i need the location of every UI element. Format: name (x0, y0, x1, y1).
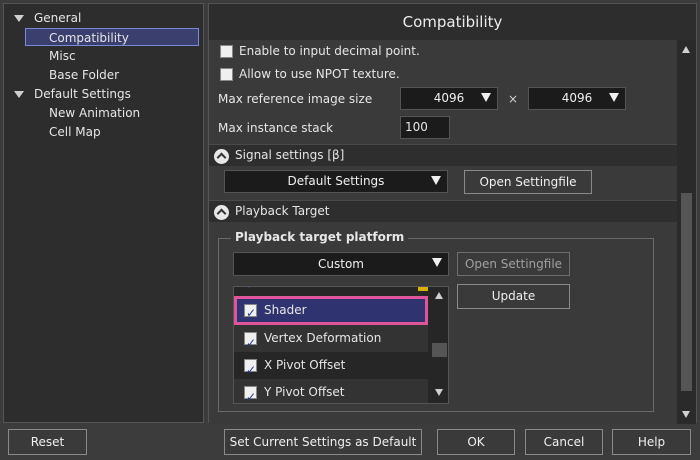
tree-item-base-folder[interactable]: Base Folder (49, 66, 119, 84)
tree-item-new-animation[interactable]: New Animation (49, 104, 140, 122)
list-item-checkbox[interactable] (244, 330, 257, 357)
scroll-up-icon[interactable] (682, 46, 690, 53)
dropdown-arrow-icon (481, 93, 491, 102)
scroll-up-icon[interactable] (435, 292, 443, 299)
max-ref-height-select[interactable]: 4096 (528, 87, 626, 110)
list-item-checkbox[interactable] (246, 287, 256, 299)
list-scrollbar[interactable] (431, 287, 448, 403)
decimal-point-checkbox[interactable] (220, 45, 233, 58)
list-item[interactable]: X Pivot Offset (234, 352, 428, 384)
scroll-down-icon[interactable] (435, 389, 443, 396)
help-button[interactable]: Help (612, 429, 691, 455)
list-item[interactable]: Vertex Deformation (234, 325, 428, 357)
max-instance-input[interactable]: 100 (400, 116, 450, 139)
expand-arrow-icon[interactable] (14, 15, 24, 22)
set-default-button[interactable]: Set Current Settings as Default (224, 429, 422, 455)
panel-scrollbar[interactable] (677, 40, 696, 424)
page-title: Compatibility (402, 13, 503, 31)
times-sign: × (508, 92, 519, 106)
settings-panel: Compatibility Enable to input decimal po… (208, 3, 697, 424)
scroll-down-icon[interactable] (682, 411, 690, 418)
feature-list[interactable]: Color Blend Shader Vertex Deformation X … (233, 286, 449, 404)
playback-platform-select[interactable]: Custom (233, 252, 449, 276)
max-ref-width-select[interactable]: 4096 (400, 87, 498, 110)
list-item-checkbox[interactable] (244, 357, 257, 384)
dropdown-arrow-icon (609, 93, 619, 102)
settings-content: Enable to input decimal point. Allow to … (209, 40, 677, 424)
max-instance-label: Max instance stack (218, 121, 334, 135)
collapse-icon[interactable] (214, 149, 229, 164)
collapse-icon[interactable] (214, 205, 229, 220)
signal-settings-select[interactable]: Default Settings (224, 170, 448, 193)
list-item-shader[interactable]: Shader (234, 296, 428, 325)
dropdown-arrow-icon (432, 258, 442, 267)
list-item-checkbox[interactable] (244, 302, 257, 325)
playback-platform-group: Playback target platform Custom Open Set… (218, 230, 654, 412)
signal-settings-header[interactable]: Signal settings [β] (209, 144, 677, 166)
decimal-point-label: Enable to input decimal point. (239, 44, 420, 58)
playback-target-header[interactable]: Playback Target (209, 200, 677, 222)
reset-button[interactable]: Reset (8, 429, 87, 455)
list-item[interactable]: Y Pivot Offset (234, 379, 428, 403)
playback-platform-title: Playback target platform (231, 230, 409, 244)
npot-label: Allow to use NPOT texture. (239, 67, 400, 81)
npot-checkbox[interactable] (220, 68, 233, 81)
warning-icon (418, 287, 428, 291)
scroll-thumb[interactable] (432, 343, 447, 357)
scroll-thumb[interactable] (681, 193, 692, 391)
tree-item-compatibility[interactable]: Compatibility (25, 28, 199, 46)
list-item[interactable]: Color Blend (234, 287, 428, 299)
ok-button[interactable]: OK (437, 429, 515, 455)
dropdown-arrow-icon (431, 176, 441, 185)
list-item-checkbox[interactable] (244, 384, 257, 403)
tree-item-cell-map[interactable]: Cell Map (49, 123, 101, 141)
update-button[interactable]: Update (457, 284, 570, 309)
max-ref-size-label: Max reference image size (218, 92, 373, 106)
settings-tree: General Compatibility Misc Base Folder D… (3, 3, 204, 423)
cancel-button[interactable]: Cancel (525, 429, 603, 455)
tree-item-misc[interactable]: Misc (49, 47, 76, 65)
expand-arrow-icon[interactable] (14, 91, 24, 98)
signal-open-settingfile-button[interactable]: Open Settingfile (464, 170, 592, 194)
playback-open-settingfile-button[interactable]: Open Settingfile (457, 252, 570, 276)
